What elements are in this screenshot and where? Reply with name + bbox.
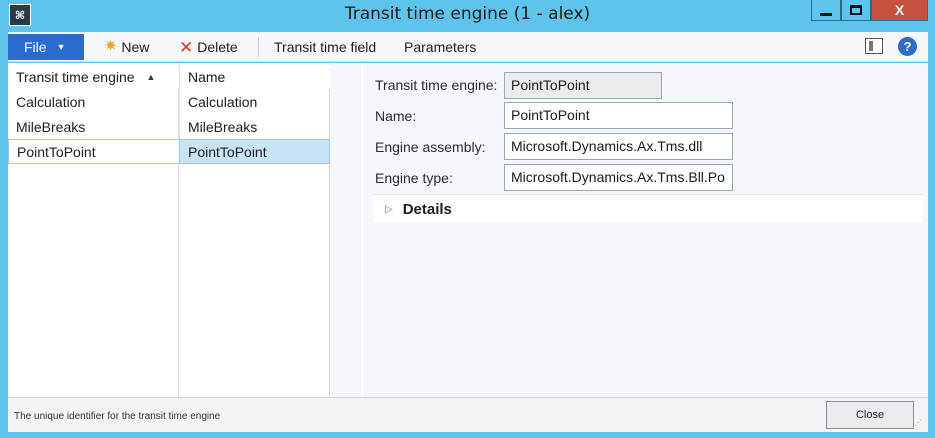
parameters-label: Parameters — [404, 39, 477, 55]
engine-cell[interactable]: MileBreaks — [8, 114, 179, 139]
sort-ascending-icon: ▲ — [146, 72, 156, 82]
close-window-button[interactable]: X — [871, 0, 928, 21]
engine-grid: Transit time engine ▲ Name Calculation C… — [8, 63, 330, 397]
parameters-button[interactable]: Parameters — [404, 37, 476, 57]
delete-icon: ✕ — [179, 37, 194, 57]
assembly-field[interactable]: Microsoft.Dynamics.Ax.Tms.dll — [504, 133, 733, 160]
engine-field-label: Transit time engine: — [375, 77, 498, 93]
content-area: Transit time engine ▲ Name Calculation C… — [8, 63, 928, 397]
grid-header: Transit time engine ▲ Name — [8, 65, 330, 89]
table-row[interactable]: MileBreaks MileBreaks — [8, 114, 330, 139]
file-menu-button[interactable]: File ▼ — [8, 34, 84, 60]
engine-field[interactable]: PointToPoint — [504, 72, 662, 99]
help-icon[interactable]: ? — [898, 37, 917, 56]
new-button[interactable]: ✷ New — [104, 37, 149, 57]
name-cell[interactable]: MileBreaks — [179, 114, 330, 139]
name-cell[interactable]: PointToPoint — [179, 139, 330, 164]
status-help-text: The unique identifier for the transit ti… — [14, 411, 221, 422]
name-cell[interactable]: Calculation — [179, 89, 330, 114]
show-panel-icon[interactable] — [865, 38, 883, 54]
column-header-engine-label: Transit time engine — [16, 69, 135, 85]
new-icon: ✷ — [104, 38, 118, 55]
table-row-selected[interactable]: PointToPoint PointToPoint — [8, 139, 330, 164]
transit-time-field-label: Transit time field — [274, 39, 377, 55]
column-header-name[interactable]: Name — [179, 65, 330, 89]
type-field[interactable]: Microsoft.Dynamics.Ax.Tms.Bll.Po — [504, 164, 733, 191]
table-row[interactable]: Calculation Calculation — [8, 89, 330, 114]
type-field-label: Engine type: — [375, 170, 453, 186]
pane-splitter[interactable] — [330, 63, 362, 397]
resize-grip-icon[interactable]: ⋰ — [914, 418, 922, 427]
name-field[interactable]: PointToPoint — [504, 102, 733, 129]
new-label: New — [121, 39, 150, 55]
name-field-label: Name: — [375, 108, 417, 124]
engine-cell[interactable]: Calculation — [8, 89, 179, 114]
title-bar[interactable]: ⌘ Transit time engine (1 - alex) X — [0, 0, 935, 30]
maximize-button[interactable] — [841, 0, 871, 21]
expand-triangle-icon: ▷ — [385, 203, 393, 215]
file-label: File — [24, 39, 47, 55]
delete-button[interactable]: ✕ Delete — [179, 37, 238, 57]
details-label: Details — [402, 200, 452, 218]
engine-cell[interactable]: PointToPoint — [8, 139, 179, 164]
status-bar: The unique identifier for the transit ti… — [8, 397, 928, 432]
details-form: Transit time engine: PointToPoint Name: … — [363, 63, 928, 397]
maximize-icon — [850, 5, 862, 15]
app-window: ⌘ Transit time engine (1 - alex) X File … — [0, 0, 935, 438]
toolbar-divider — [258, 37, 259, 57]
close-icon: X — [894, 2, 905, 18]
transit-time-field-button[interactable]: Transit time field — [274, 37, 376, 57]
details-fasttab[interactable]: ▷ Details — [373, 194, 923, 223]
close-button[interactable]: Close — [826, 401, 914, 429]
chevron-down-icon: ▼ — [56, 42, 66, 52]
window-title: Transit time engine (1 - alex) — [344, 4, 591, 24]
minimize-button[interactable] — [811, 0, 841, 21]
minimize-icon — [820, 12, 832, 16]
assembly-field-label: Engine assembly: — [375, 139, 486, 155]
grid-body: Calculation Calculation MileBreaks MileB… — [8, 89, 330, 164]
column-header-name-label: Name — [188, 69, 226, 85]
column-header-engine[interactable]: Transit time engine ▲ — [8, 65, 179, 89]
action-pane: File ▼ ✷ New ✕ Delete Transit time field… — [8, 32, 928, 62]
delete-label: Delete — [197, 39, 238, 55]
